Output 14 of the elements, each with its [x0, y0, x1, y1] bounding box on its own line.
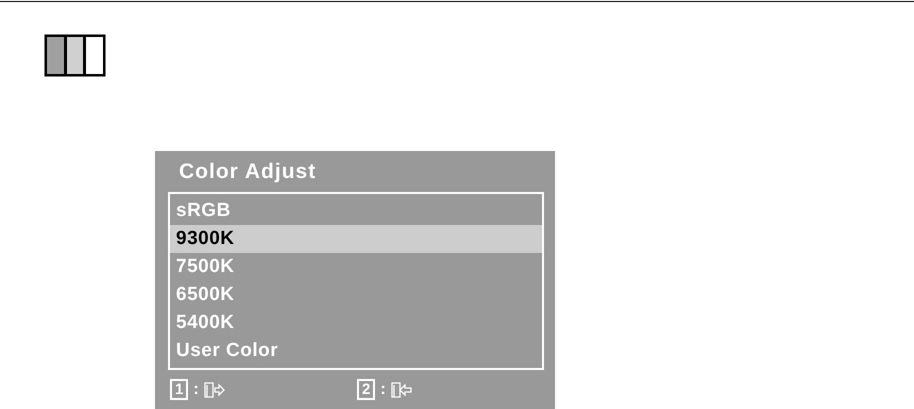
menu-title: Color Adjust: [178, 160, 318, 185]
separator: :: [193, 380, 199, 398]
menu-option[interactable]: 9300K: [170, 225, 542, 253]
menu-option[interactable]: sRGB: [170, 197, 542, 225]
separator: :: [380, 380, 386, 398]
exit-door-icon: [204, 382, 226, 398]
enter-door-icon: [390, 382, 413, 398]
menu-option[interactable]: User Color: [170, 337, 542, 365]
key-label: 1: [170, 379, 188, 400]
color-bars-icon: [43, 33, 107, 78]
menu-option[interactable]: 6500K: [170, 281, 542, 309]
menu-option[interactable]: 7500K: [170, 253, 542, 281]
key-label: 2: [357, 379, 376, 400]
menu-option[interactable]: 5400K: [170, 309, 542, 337]
